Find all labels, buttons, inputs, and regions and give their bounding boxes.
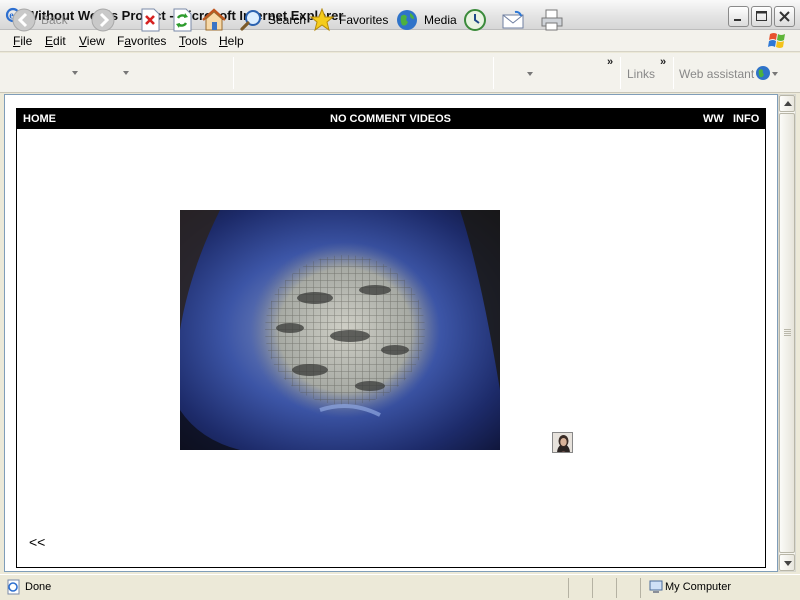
links-bar-label[interactable]: Links [627,67,655,81]
nav-info-link[interactable]: INFO [733,113,759,125]
browser-window: e Without Words Project - Microsoft Inte… [0,0,800,600]
menu-view[interactable]: View [79,34,105,48]
media-globe-icon [397,10,417,30]
scroll-grip-icon [784,329,791,336]
minimize-button[interactable] [728,6,749,27]
web-assistant-globe-icon[interactable] [755,65,771,81]
nav-home-link[interactable]: HOME [23,113,56,125]
mail-envelope-icon [502,10,524,29]
maximize-icon [756,11,767,21]
printer-icon [541,9,563,31]
media-label: Media [424,13,457,27]
status-text: Done [25,581,52,593]
home-icon [202,8,226,31]
forward-button[interactable] [91,6,115,34]
favorites-button[interactable]: Favorites [310,6,388,34]
status-panel [568,578,590,598]
maximize-button[interactable] [751,6,772,27]
mail-button[interactable] [501,6,525,34]
menu-help[interactable]: Help [219,34,244,48]
page-done-icon [7,579,20,595]
toolbar-separator [233,57,234,89]
status-bar: Done My Computer [0,574,800,600]
person-portrait-icon [553,433,572,452]
home-button[interactable] [201,6,227,34]
refresh-icon [173,8,192,32]
favorites-label: Favorites [339,13,389,27]
toolbar-overflow-chevron-icon[interactable]: » [607,56,613,68]
scroll-up-button[interactable] [779,95,795,112]
back-dropdown-icon[interactable] [72,71,78,75]
avatar-thumbnail[interactable] [552,432,573,453]
search-button[interactable]: Search [239,6,306,34]
minimize-icon [734,19,741,21]
video-frame-image [180,210,500,450]
history-button[interactable] [463,6,487,34]
toolbar-separator [620,57,621,89]
back-label: Back [41,13,68,27]
search-label: Search [268,13,307,27]
previous-page-link[interactable]: << [29,534,45,550]
scroll-down-arrow-icon [784,561,792,566]
stop-button[interactable] [139,6,161,34]
vertical-scrollbar[interactable] [778,94,796,572]
scroll-down-button[interactable] [779,554,795,571]
close-button[interactable] [774,6,795,27]
scroll-up-arrow-icon [784,101,792,106]
status-panel [616,578,638,598]
mail-dropdown-icon[interactable] [527,72,533,76]
toolbar-separator [673,57,674,89]
back-button[interactable]: Back [12,6,68,34]
media-button[interactable]: Media [395,6,457,34]
scroll-thumb[interactable] [779,113,795,553]
forward-dropdown-icon[interactable] [123,71,129,75]
site-nav-bar: HOME NO COMMENT VIDEOS WW INFO [17,109,765,129]
web-assistant-label[interactable]: Web assistant [679,67,754,81]
status-panel [592,578,614,598]
web-assistant-dropdown-icon[interactable] [772,72,778,76]
stop-icon [141,8,160,32]
menu-edit[interactable]: Edit [45,34,66,48]
page-frame: HOME NO COMMENT VIDEOS WW INFO << [16,108,766,568]
history-clock-icon [464,9,486,31]
menu-file[interactable]: File [13,34,32,48]
search-icon [240,10,261,31]
my-computer-icon [649,580,663,593]
back-arrow-icon [12,8,36,32]
close-icon [779,11,790,22]
forward-arrow-icon [91,8,115,32]
menu-tools[interactable]: Tools [179,34,207,48]
nav-page-title: NO COMMENT VIDEOS [330,113,452,125]
refresh-button[interactable] [171,6,193,34]
print-button[interactable] [540,6,564,34]
star-icon [310,8,334,32]
video-player[interactable] [180,210,500,450]
toolbar-separator [493,57,494,89]
windows-logo-icon [762,31,794,51]
nav-ww-link[interactable]: WW [703,113,724,125]
links-overflow-chevron-icon[interactable]: » [660,56,666,68]
security-zone-label: My Computer [665,581,732,593]
menu-favorites[interactable]: Favorites [117,34,166,48]
